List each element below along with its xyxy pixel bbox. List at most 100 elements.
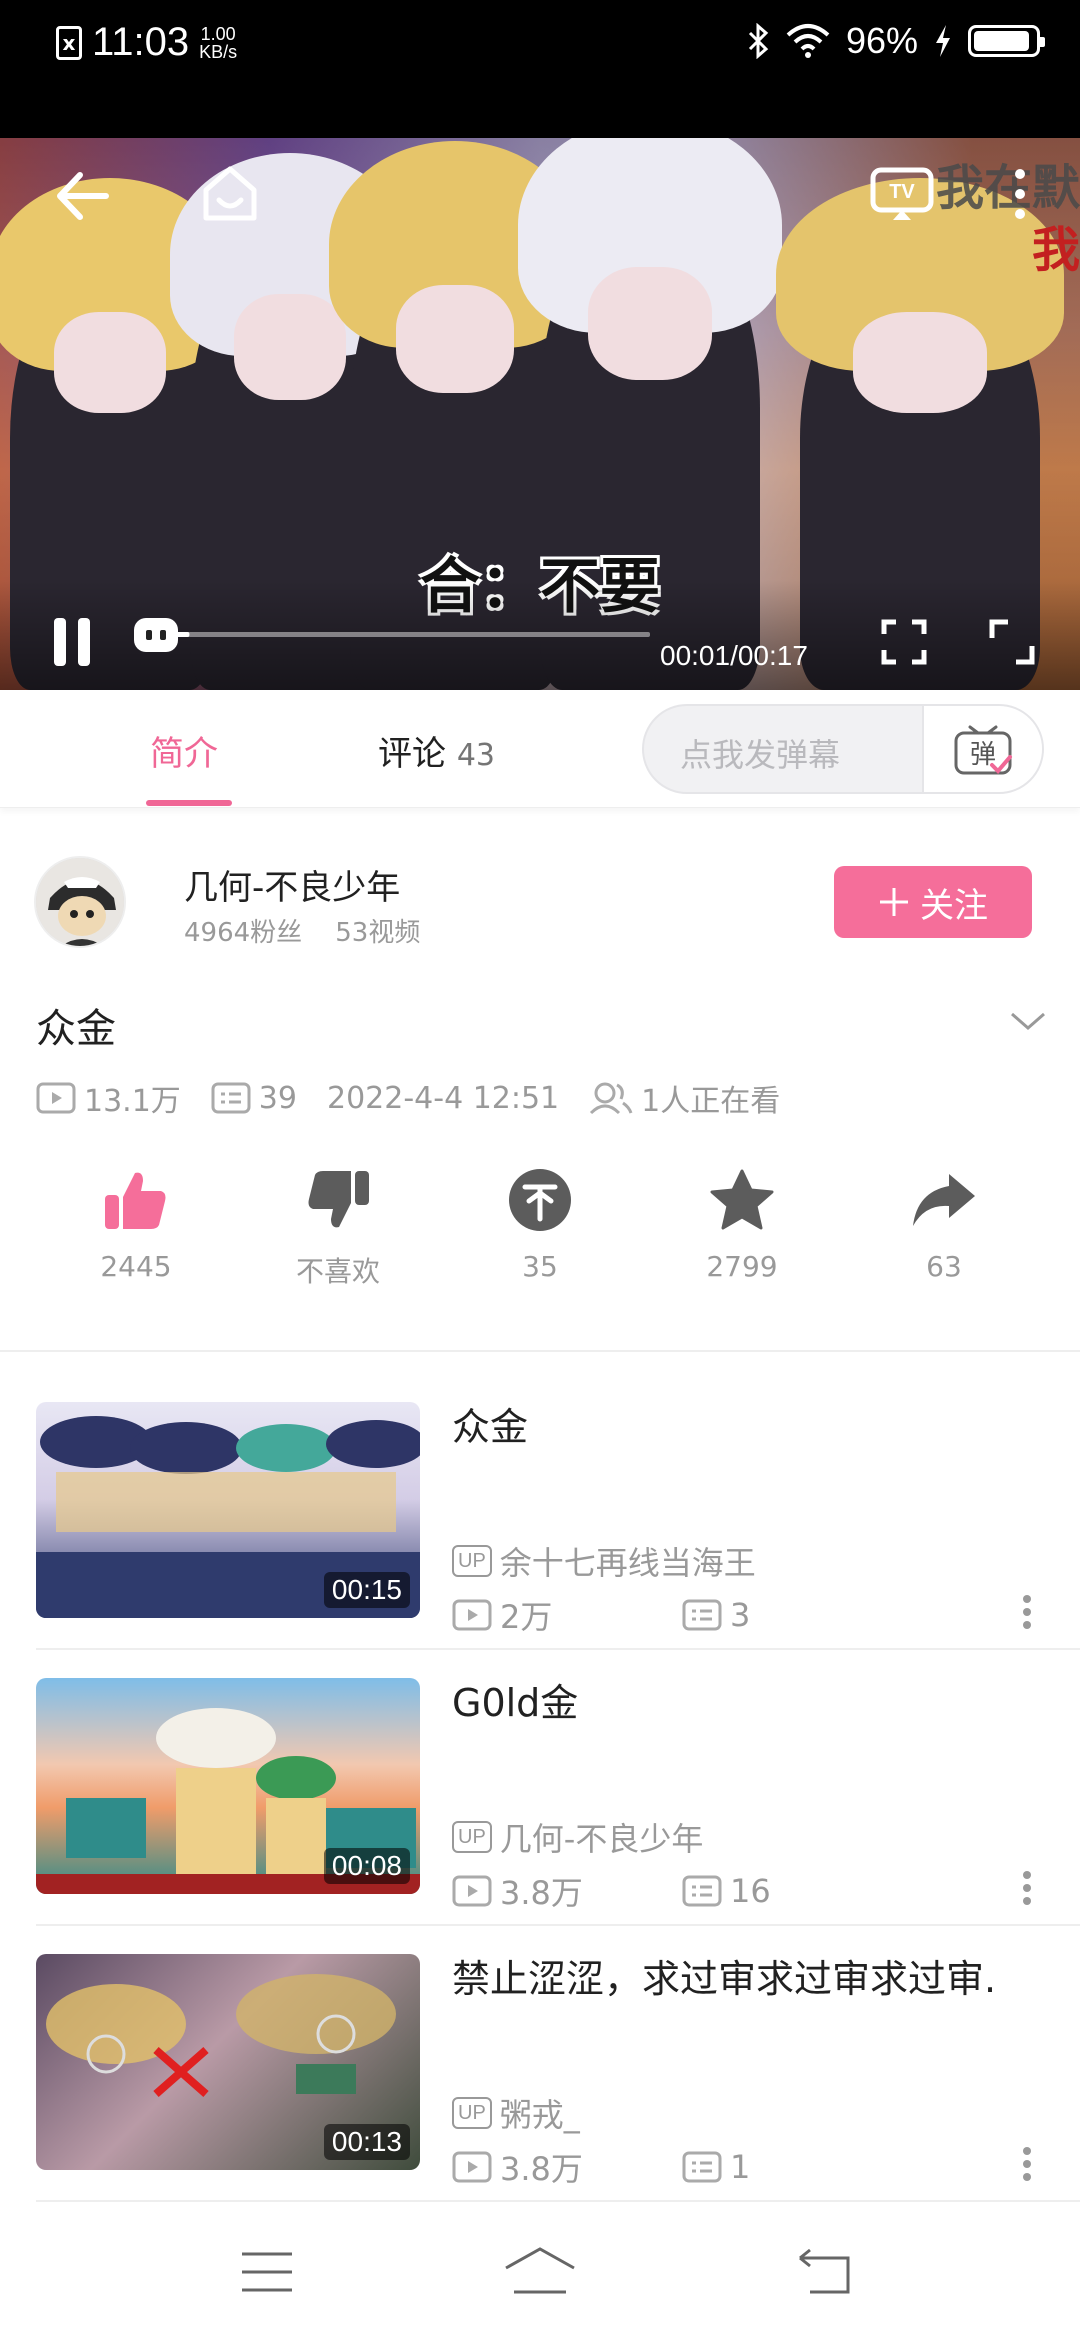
video-title: 众金 — [36, 1006, 116, 1052]
related-video-title[interactable]: 众金 — [452, 1402, 1022, 1452]
up-badge-icon: UP — [452, 1545, 492, 1577]
related-stats: 2万 3 — [452, 1592, 912, 1638]
svg-text:TV: TV — [889, 181, 915, 203]
related-stats: 3.8万 16 — [452, 1868, 912, 1914]
bluetooth-icon — [748, 23, 769, 59]
playback-time: 00:01/00:17 — [660, 640, 808, 671]
video-meta: 13.1万 39 2022-4-4 12:51 1人正在看 — [36, 1074, 810, 1122]
tab-comments[interactable]: 评论 43 — [378, 726, 495, 775]
wifi-icon — [786, 24, 830, 58]
favorite-button[interactable]: 2799 — [662, 1160, 822, 1283]
fullscreen-icon — [989, 619, 1035, 665]
item-divider — [36, 1648, 1080, 1650]
play-count-icon — [36, 1082, 76, 1114]
player-top-bar: TV — [0, 138, 1080, 248]
tab-active-indicator — [146, 800, 232, 806]
screenshot-button[interactable] — [876, 614, 932, 670]
avatar[interactable] — [34, 856, 126, 948]
list-item[interactable]: 00:13 禁止涩涩，求过审求过审求过审. UP 粥戎_ 3.8万 1 — [0, 1954, 1080, 2230]
related-video-title[interactable]: 禁止涩涩，求过审求过审求过审. — [452, 1954, 1022, 2004]
detail-tabs: 简介 评论 43 点我发弹幕 弹 — [0, 690, 1080, 808]
video-thumbnail[interactable]: 00:08 — [36, 1678, 420, 1894]
uploader-videos: 53视频 — [335, 918, 421, 948]
thumbs-up-icon — [105, 1172, 166, 1229]
item-more-button[interactable] — [1022, 2146, 1032, 2186]
vertical-dots-icon — [1015, 169, 1025, 219]
coin-count: 35 — [522, 1250, 558, 1283]
status-bar: x 11:03 1.00 KB/s 96% — [0, 0, 1080, 138]
section-divider — [0, 1350, 1080, 1352]
home-button[interactable] — [190, 154, 270, 234]
vertical-dots-icon — [1023, 1871, 1031, 1905]
tab-intro[interactable]: 简介 — [150, 726, 218, 775]
plus-icon — [880, 888, 908, 916]
vertical-dots-icon — [1023, 2147, 1031, 2181]
pause-button[interactable] — [40, 610, 104, 674]
charging-icon — [936, 25, 950, 57]
danmaku-tv-icon: 弹 — [954, 725, 1012, 775]
status-time: 11:03 — [92, 20, 190, 64]
favorite-count: 2799 — [706, 1250, 778, 1283]
danmaku-input[interactable]: 点我发弹幕 弹 — [642, 704, 1044, 794]
player-bottom-bar: 00:01/00:17 — [0, 580, 1080, 690]
list-item[interactable]: 00:08 G0ld金 UP 几何-不良少年 3.8万 16 — [0, 1678, 1080, 1954]
progress-thumb-icon[interactable] — [134, 618, 178, 652]
item-more-button[interactable] — [1022, 1594, 1032, 1634]
share-button[interactable]: 63 — [864, 1160, 1024, 1283]
back-arrow-icon — [57, 172, 109, 220]
up-badge-icon: UP — [452, 2097, 492, 2129]
home-nav-button[interactable] — [504, 2246, 576, 2300]
network-speed: 1.00 KB/s — [199, 23, 238, 62]
people-icon — [590, 1082, 633, 1115]
thumbs-down-icon — [308, 1171, 369, 1228]
more-options-button[interactable] — [990, 154, 1050, 234]
video-thumbnail[interactable]: 00:15 — [36, 1402, 420, 1618]
related-video-title[interactable]: G0ld金 — [452, 1678, 1022, 1728]
share-count: 63 — [926, 1250, 962, 1283]
related-uploader: UP 余十七再线当海王 — [452, 1538, 756, 1584]
progress-bar[interactable] — [130, 610, 660, 660]
tab-comments-label: 评论 — [378, 734, 446, 774]
follow-button[interactable]: 关注 — [834, 866, 1032, 938]
follow-label: 关注 — [920, 885, 988, 926]
notification-x-icon: x — [56, 25, 82, 60]
list-item[interactable]: 00:15 众金 UP 余十七再线当海王 2万 3 — [0, 1402, 1080, 1678]
tab-comments-count: 43 — [456, 738, 495, 773]
view-count: 13.1万 — [36, 1076, 181, 1120]
uploader-stats: 4964粉丝 53视频 — [184, 912, 420, 949]
star-icon — [710, 1169, 774, 1230]
video-duration: 00:13 — [323, 2124, 410, 2160]
battery-icon — [968, 25, 1045, 57]
play-count-icon — [452, 2151, 492, 2183]
share-icon — [913, 1174, 975, 1226]
dislike-button[interactable]: 不喜欢 — [258, 1160, 418, 1290]
item-divider — [36, 2200, 1080, 2202]
system-nav-bar — [0, 2210, 1080, 2340]
expand-description-button[interactable] — [1006, 1000, 1050, 1044]
uploader-name[interactable]: 几何-不良少年 — [184, 860, 400, 909]
play-count-icon — [452, 1875, 492, 1907]
cast-tv-button[interactable]: TV — [862, 154, 942, 234]
publish-date: 2022-4-4 12:51 — [326, 1080, 560, 1116]
danmaku-toggle-button[interactable]: 弹 — [922, 706, 1042, 792]
back-button[interactable] — [44, 158, 120, 234]
uploader-fans: 4964粉丝 — [184, 918, 303, 948]
like-button[interactable]: 2445 — [56, 1160, 216, 1283]
back-nav-button[interactable] — [796, 2248, 854, 2300]
menu-button[interactable] — [240, 2250, 294, 2298]
menu-icon — [242, 2252, 292, 2292]
related-uploader: UP 粥戎_ — [452, 2090, 580, 2136]
chevron-down-icon — [1011, 1012, 1045, 1030]
danmaku-count: 39 — [211, 1081, 297, 1116]
tv-cast-icon: TV — [870, 167, 934, 220]
pause-icon — [54, 618, 90, 666]
fullscreen-button[interactable] — [984, 614, 1040, 670]
home-face-icon — [203, 166, 257, 221]
item-more-button[interactable] — [1022, 1870, 1032, 1910]
coin-button[interactable]: 35 — [460, 1160, 620, 1283]
battery-percent: 96% — [845, 20, 918, 61]
video-player[interactable]: 合：不要 我在默 我 TV 00:01/00:17 — [0, 138, 1080, 690]
dislike-label: 不喜欢 — [295, 1255, 380, 1288]
video-thumbnail[interactable]: 00:13 — [36, 1954, 420, 2170]
danmaku-count-icon — [682, 1599, 722, 1631]
